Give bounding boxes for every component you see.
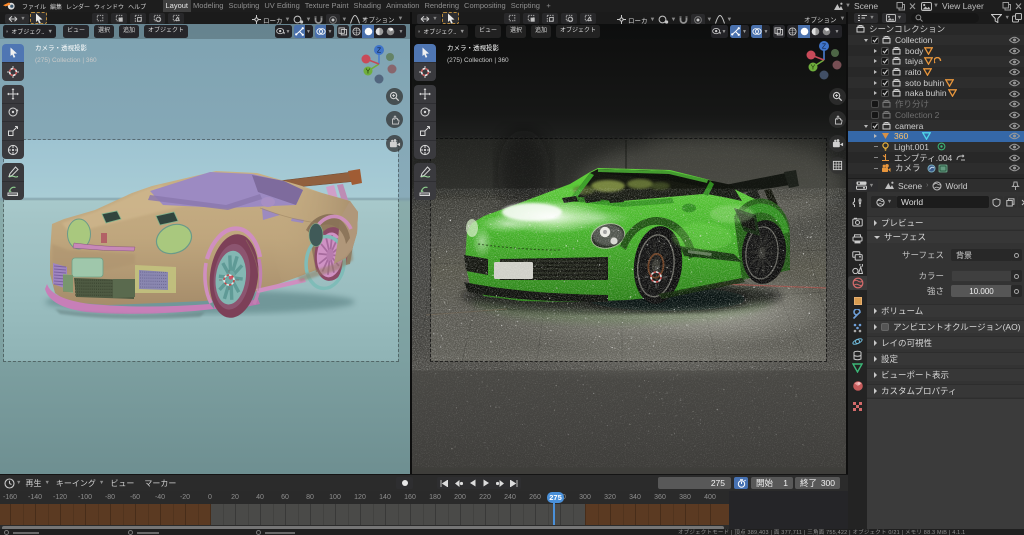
- svg-text:Y: Y: [811, 65, 816, 72]
- svg-text:Y: Y: [366, 69, 371, 76]
- svg-text:Z: Z: [822, 44, 827, 51]
- svg-text:Z: Z: [377, 48, 382, 55]
